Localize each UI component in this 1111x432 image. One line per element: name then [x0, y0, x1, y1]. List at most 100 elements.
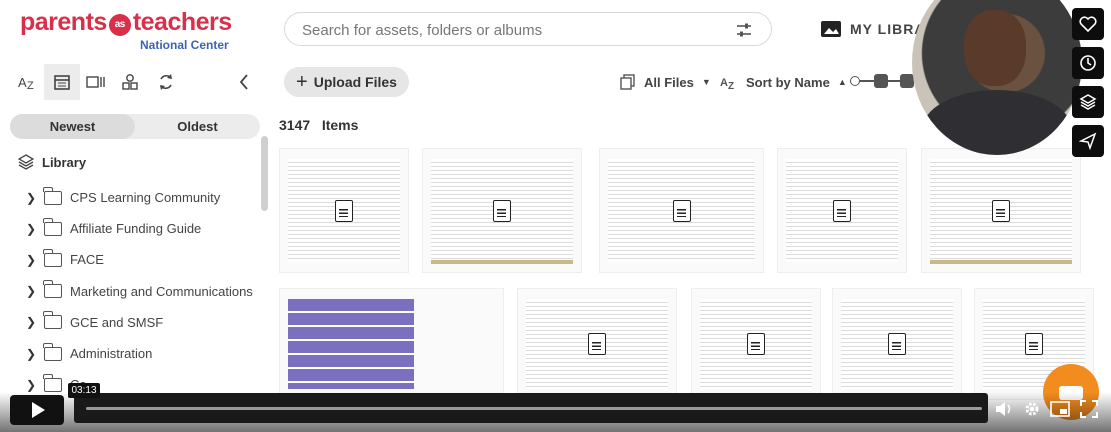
item-count: 3147 Items: [279, 117, 358, 133]
folder-item[interactable]: ❯ Marketing and Communications: [26, 276, 261, 307]
document-icon: [335, 199, 353, 222]
slider-handle[interactable]: [874, 74, 888, 88]
az-sort-icon: AZ: [720, 77, 734, 90]
sort-oldest-button[interactable]: Oldest: [135, 114, 260, 139]
document-icon: [992, 199, 1010, 222]
page: parentsasteachers National Center MY LIB…: [0, 0, 1111, 432]
chevron-right-icon[interactable]: ❯: [26, 222, 36, 236]
library-label: Library: [42, 154, 87, 170]
caret-up-icon: ▲: [837, 77, 847, 87]
logo-as-badge: as: [108, 14, 131, 36]
calendar-icon[interactable]: [44, 64, 80, 100]
current-time: 03:13: [68, 383, 100, 398]
presenter-webcam: [912, 0, 1082, 155]
brand-logo[interactable]: parents as teachers National Center: [20, 8, 260, 54]
plus-icon: +: [296, 71, 308, 93]
document-icon: [888, 333, 906, 355]
slider-min-dot: [850, 76, 860, 86]
heart-icon[interactable]: [1072, 8, 1104, 40]
play-button[interactable]: [10, 395, 64, 425]
logo-subtitle: National Center: [140, 38, 229, 52]
folder-panel: Newest Oldest Library ❯ CPS Learning Comm…: [0, 104, 270, 394]
folder-label: GCE and SMSF: [70, 314, 164, 330]
asset-thumbnail[interactable]: [777, 148, 907, 273]
sort-by-dropdown[interactable]: AZ Sort by Name ▲: [720, 72, 847, 92]
folder-item[interactable]: ❯ Administration: [26, 338, 261, 369]
asset-thumbnail[interactable]: [517, 288, 677, 400]
sort-newest-button[interactable]: Newest: [10, 114, 135, 139]
copy-files-icon: [620, 74, 635, 90]
asset-thumbnail[interactable]: [691, 288, 821, 400]
folder-label: Affiliate Funding Guide: [70, 221, 202, 237]
filter-settings-icon[interactable]: [735, 21, 753, 39]
all-files-filter[interactable]: All Files ▼: [620, 72, 711, 92]
asset-thumbnail[interactable]: [422, 148, 582, 273]
folder-item[interactable]: ❯ GCE and SMSF: [26, 307, 261, 338]
folder-label: Administration: [70, 346, 153, 362]
shapes-icon[interactable]: [112, 64, 148, 100]
folder-label: Marketing and Communications: [70, 283, 253, 299]
item-count-value: 3147: [279, 117, 311, 133]
document-icon: [1025, 333, 1043, 355]
az-sort-icon[interactable]: AZ: [10, 64, 46, 100]
presenter-face: [964, 10, 1026, 86]
folder-icon: [43, 217, 62, 236]
left-toolbar: AZ: [0, 60, 270, 104]
progress-track[interactable]: [86, 407, 982, 410]
folder-label: CPS Learning Community: [70, 190, 221, 206]
chevron-right-icon[interactable]: ❯: [26, 191, 36, 205]
layers-icon[interactable]: [1072, 86, 1104, 118]
presenter-body: [922, 90, 1072, 155]
send-icon[interactable]: [1072, 125, 1104, 157]
clock-icon[interactable]: [1072, 47, 1104, 79]
folder-tree: ❯ CPS Learning Community ❯ Affiliate Fundi…: [26, 182, 261, 400]
list-view-icon[interactable]: [78, 64, 114, 100]
asset-thumbnail[interactable]: [279, 288, 504, 400]
asset-thumbnail[interactable]: [599, 148, 764, 273]
slider-max: [900, 74, 914, 88]
folder-icon: [43, 248, 62, 267]
all-files-label: All Files: [644, 74, 694, 90]
folder-icon: [43, 311, 62, 330]
picture-in-picture-icon[interactable]: [1049, 398, 1071, 420]
caret-down-icon: ▼: [701, 77, 711, 87]
folder-label: FACE: [70, 252, 104, 268]
document-icon: [588, 333, 606, 355]
asset-thumbnail[interactable]: [832, 288, 962, 400]
thumbnail-size-slider[interactable]: [850, 74, 914, 88]
refresh-icon[interactable]: [148, 64, 184, 100]
svg-text:A: A: [18, 75, 27, 90]
folder-item[interactable]: ❯ Affiliate Funding Guide: [26, 213, 261, 244]
settings-gear-icon[interactable]: [1021, 398, 1043, 420]
sort-label: Sort by Name: [746, 74, 830, 90]
search-bar[interactable]: [284, 12, 772, 46]
library-root[interactable]: Library: [18, 152, 86, 172]
chevron-right-icon[interactable]: ❯: [26, 347, 36, 361]
image-library-icon: [821, 21, 841, 37]
video-progress-bar[interactable]: [74, 393, 988, 423]
folder-item[interactable]: ❯ CPS Learning Community: [26, 182, 261, 213]
item-count-label: Items: [321, 117, 359, 133]
search-input[interactable]: [302, 20, 702, 40]
folder-icon: [43, 342, 62, 361]
chevron-right-icon[interactable]: ❯: [26, 284, 36, 298]
collapse-left-icon[interactable]: [226, 64, 262, 100]
asset-thumbnail[interactable]: [279, 148, 409, 273]
upload-files-button[interactable]: + Upload Files: [284, 67, 409, 97]
folder-item[interactable]: ❯ FACE: [26, 244, 261, 275]
video-side-actions: [1072, 8, 1104, 164]
fullscreen-icon[interactable]: [1078, 398, 1100, 420]
asset-thumbnail[interactable]: [921, 148, 1081, 273]
library-stack-icon: [18, 154, 34, 170]
chevron-right-icon[interactable]: ❯: [26, 315, 36, 329]
logo-wordmark: parents as teachers: [20, 8, 232, 37]
panel-scrollbar[interactable]: [261, 136, 268, 211]
volume-icon[interactable]: [993, 398, 1015, 420]
sort-toggle: Newest Oldest: [10, 114, 260, 139]
chevron-right-icon[interactable]: ❯: [26, 253, 36, 267]
document-icon: [747, 333, 765, 355]
document-icon: [833, 199, 851, 222]
folder-icon: [43, 373, 62, 392]
svg-text:Z: Z: [27, 80, 34, 91]
chevron-right-icon[interactable]: ❯: [26, 378, 36, 392]
